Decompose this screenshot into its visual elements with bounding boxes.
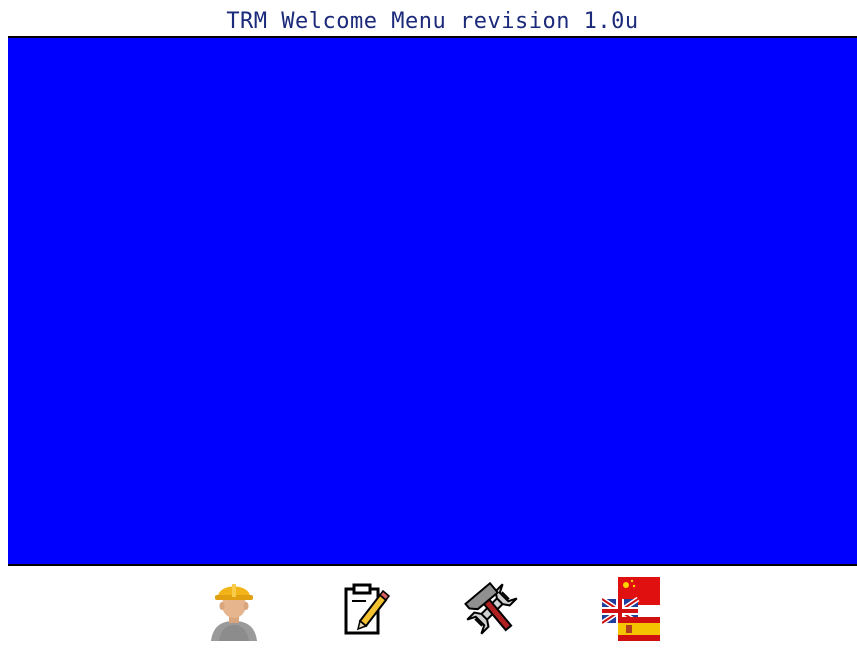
title-bar: TRM Welcome Menu revision 1.0u (8, 8, 857, 38)
hammer-wrench-icon (464, 581, 518, 635)
clipboard-pencil-icon (344, 583, 391, 635)
language-button[interactable] (600, 576, 664, 642)
bottom-toolbar (8, 566, 857, 648)
worker-hardhat-icon (211, 584, 257, 641)
screen: TRM Welcome Menu revision 1.0u (8, 8, 857, 648)
main-display-area (8, 38, 857, 566)
operator-button[interactable] (202, 576, 266, 642)
tools-button[interactable] (460, 576, 524, 642)
menu-title: TRM Welcome Menu revision 1.0u (226, 9, 639, 34)
flags-language-icon (602, 577, 660, 641)
edit-button[interactable] (332, 576, 396, 642)
